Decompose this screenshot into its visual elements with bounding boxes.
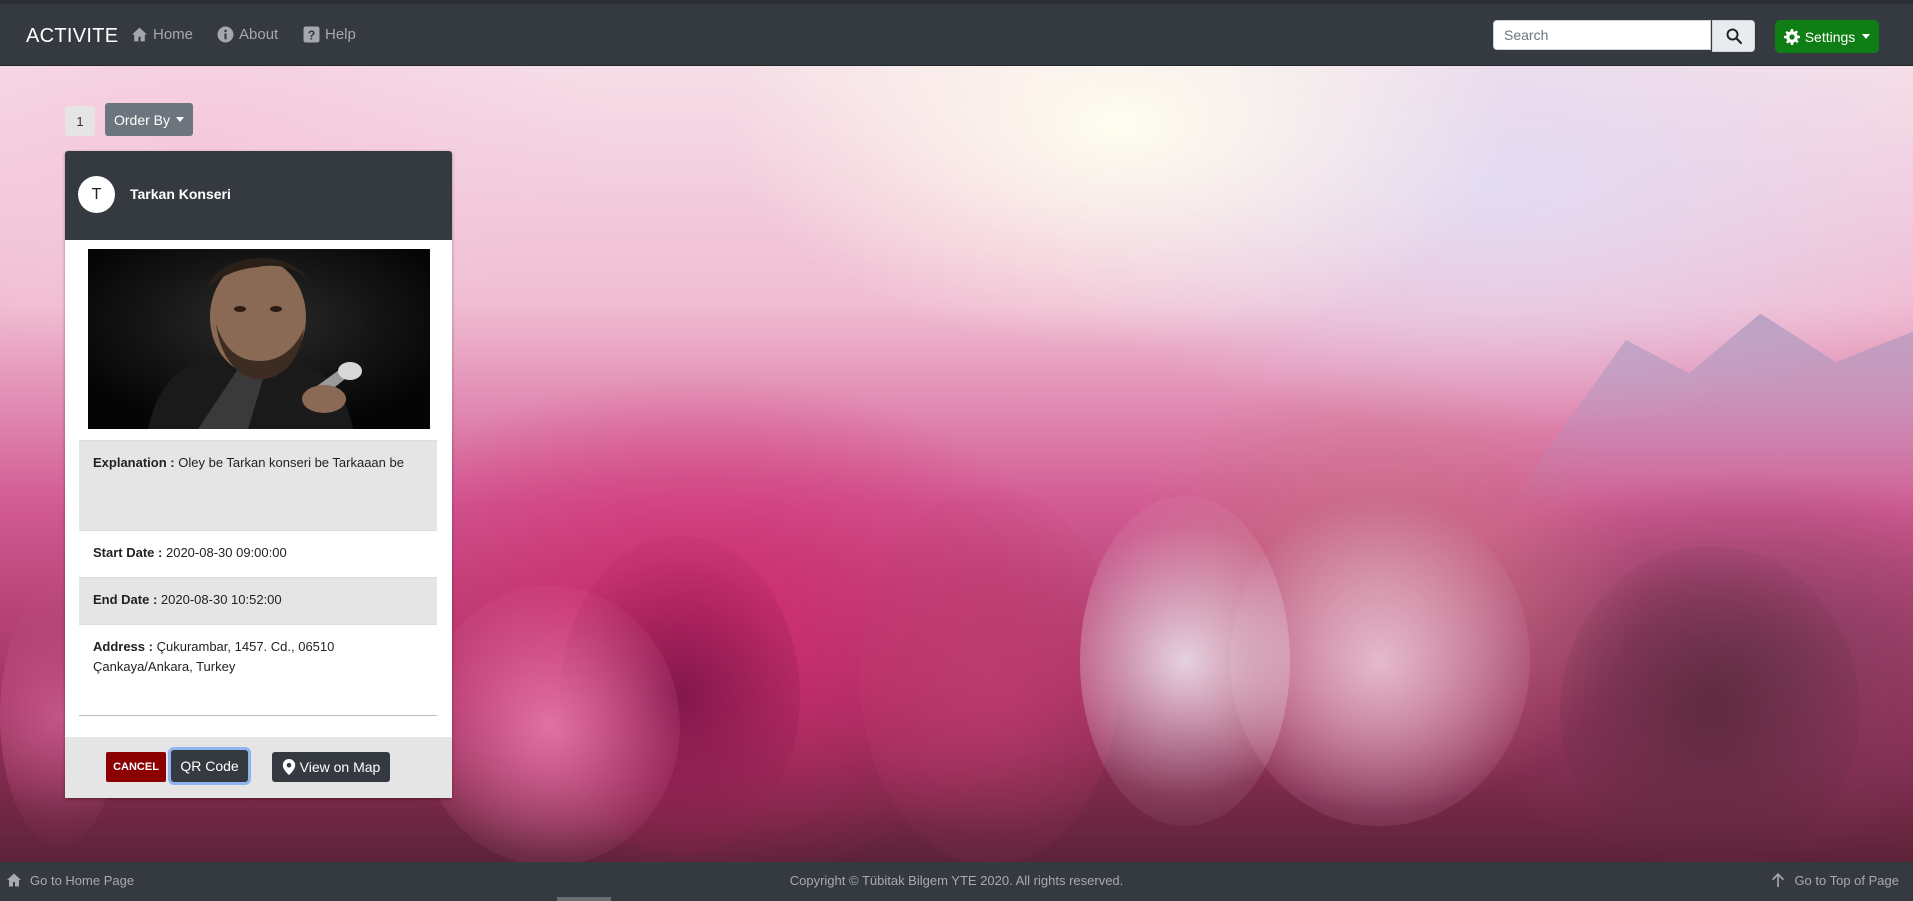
svg-text:?: ?	[308, 27, 316, 42]
event-details-list: Explanation : Oley be Tarkan konseri be …	[79, 440, 437, 716]
crowd-figure	[1560, 546, 1860, 862]
event-card-footer: CANCEL QR Code View on Map	[65, 737, 452, 798]
end-date-label: End Date :	[93, 592, 158, 607]
start-date-row: Start Date : 2020-08-30 09:00:00	[79, 530, 437, 577]
end-date-row: End Date : 2020-08-30 10:52:00	[79, 577, 437, 624]
copyright-text: Copyright © Tübitak Bilgem YTE 2020. All…	[789, 873, 1124, 888]
info-icon	[217, 26, 234, 43]
view-on-map-label: View on Map	[299, 759, 381, 775]
view-on-map-button[interactable]: View on Map	[272, 752, 390, 782]
explanation-row: Explanation : Oley be Tarkan konseri be …	[79, 440, 437, 530]
start-date-value: 2020-08-30 09:00:00	[165, 545, 287, 560]
nav-help-label: Help	[325, 26, 356, 43]
brand-logo[interactable]: ACTIVITE	[26, 25, 118, 48]
go-to-top-link[interactable]: Go to Top of Page	[1770, 872, 1899, 888]
event-card-header: T Tarkan Konseri	[65, 151, 452, 240]
order-by-dropdown-button[interactable]: Order By	[105, 103, 193, 136]
start-date-label: Start Date :	[93, 545, 163, 560]
explanation-label: Explanation :	[93, 455, 175, 470]
settings-label: Settings	[1804, 28, 1856, 45]
chevron-down-icon	[1862, 34, 1871, 39]
question-icon: ?	[303, 26, 320, 43]
address-row: Address : Çukurambar, 1457. Cd., 06510 Ç…	[79, 624, 437, 715]
top-navbar: ACTIVITE Home About ? Help Settings	[0, 4, 1913, 66]
event-photo	[88, 249, 430, 429]
cancel-button[interactable]: CANCEL	[106, 752, 166, 782]
search-input[interactable]	[1493, 20, 1711, 50]
nav-home-link[interactable]: Home	[131, 26, 193, 43]
settings-dropdown-button[interactable]: Settings	[1775, 20, 1879, 53]
search-button[interactable]	[1712, 20, 1755, 52]
event-title: Tarkan Konseri	[130, 186, 231, 202]
map-pin-icon	[282, 759, 295, 775]
event-card: T Tarkan Konseri Explanation: Oley be T…	[65, 151, 452, 798]
qr-code-button[interactable]: QR Code	[171, 750, 248, 782]
gear-icon	[1783, 28, 1800, 45]
order-by-label: Order By	[113, 111, 170, 128]
horizontal-scrollbar[interactable]	[557, 897, 611, 901]
address-label: Address :	[93, 639, 153, 654]
avatar: T	[78, 176, 115, 213]
crowd-figure	[1080, 496, 1290, 826]
chevron-down-icon	[176, 117, 184, 122]
arrow-up-icon	[1772, 873, 1785, 887]
nav-about-label: About	[239, 26, 279, 43]
search-icon	[1726, 28, 1742, 44]
crowd-figure	[420, 586, 680, 862]
page-footer: Go to Home Page Copyright © Tübitak Bilg…	[0, 862, 1913, 901]
home-icon	[132, 27, 147, 42]
explanation-value: Oley be Tarkan konseri be Tarkaaan be	[178, 455, 404, 470]
end-date-value: 2020-08-30 10:52:00	[160, 592, 282, 607]
nav-home-label: Home	[153, 26, 194, 43]
event-card-body: Explanation : Oley be Tarkan konseri be …	[65, 240, 452, 737]
go-to-top-label: Go to Top of Page	[1794, 872, 1899, 888]
page-number-chip[interactable]: 1	[65, 106, 95, 136]
background-mountains	[1500, 313, 1913, 516]
nav-about-link[interactable]: About	[217, 26, 278, 43]
performer-illustration	[88, 249, 430, 429]
nav-help-link[interactable]: ? Help	[303, 26, 356, 43]
